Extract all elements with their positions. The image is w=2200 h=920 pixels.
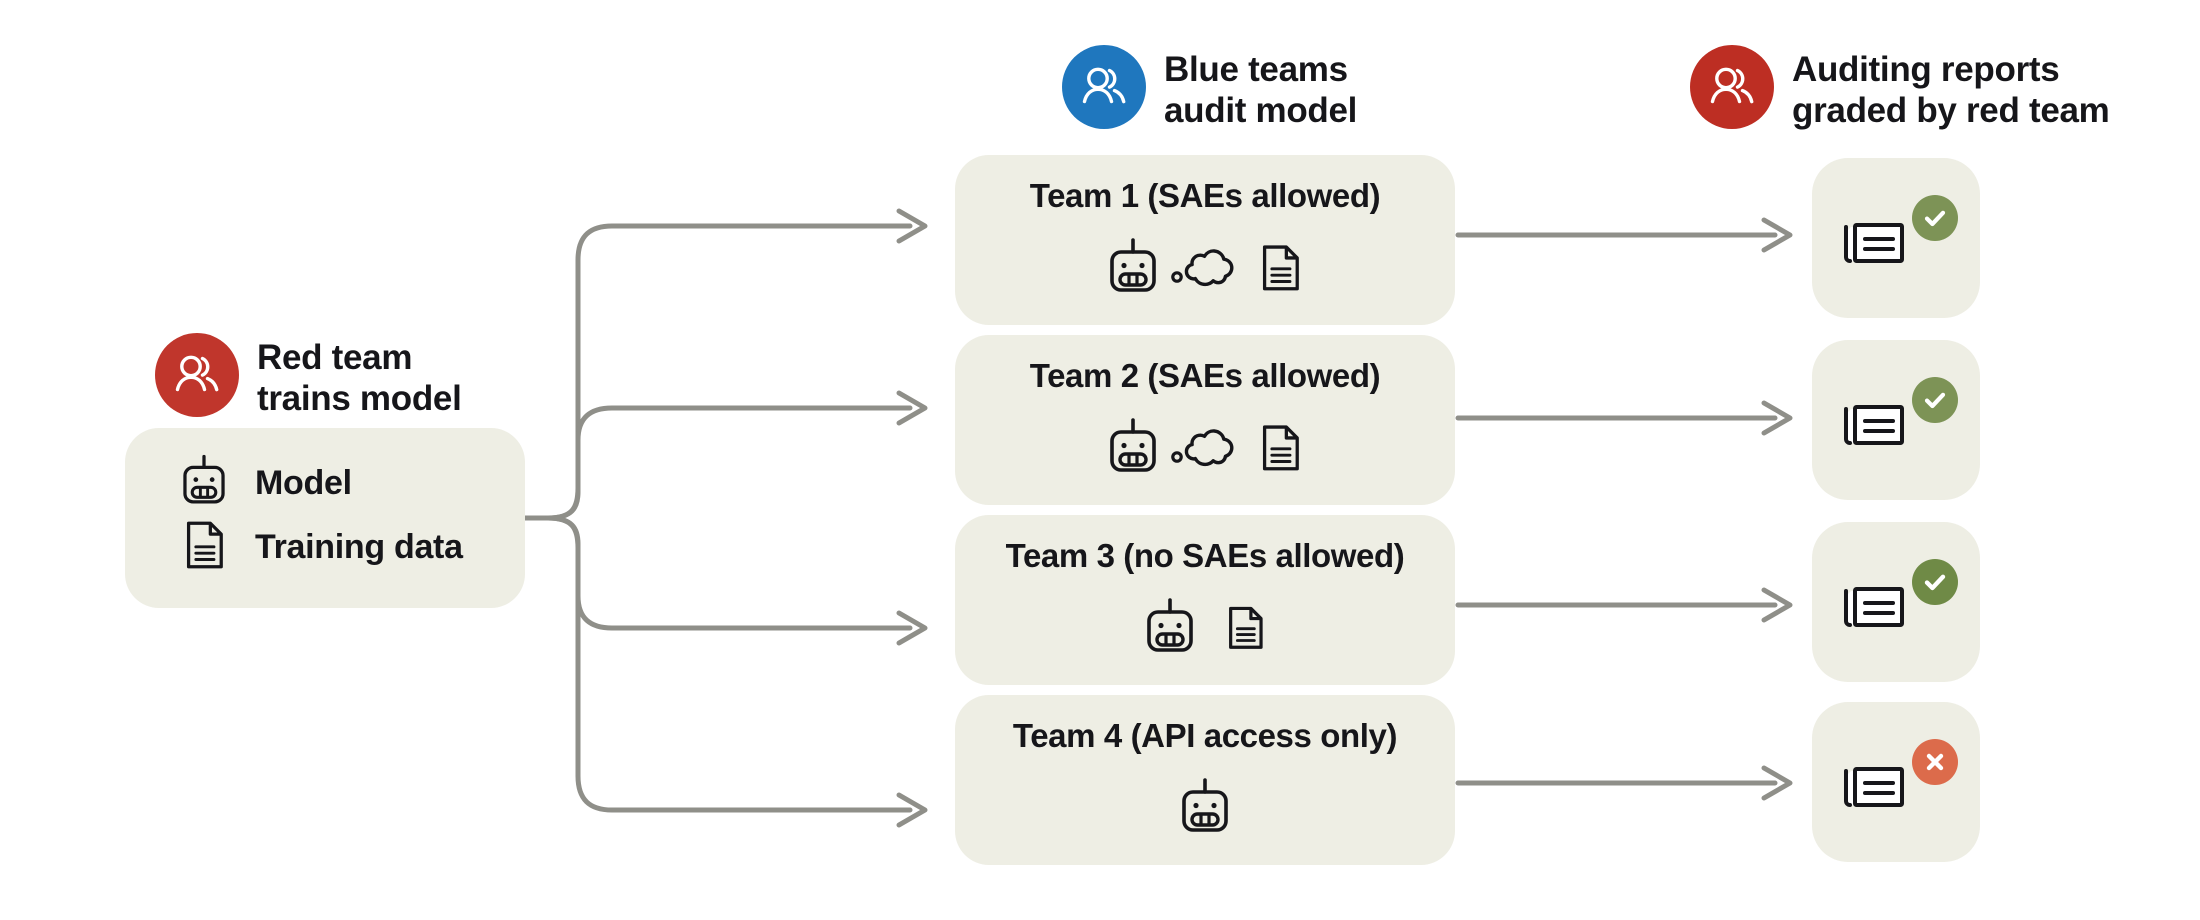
- report-card-report-2: [1812, 340, 1980, 500]
- team-icon-row: [955, 771, 1455, 847]
- team-panel-team-3: Team 3 (no SAEs allowed): [955, 515, 1455, 685]
- thought-bubble-icon: [1169, 235, 1247, 304]
- header-label: Red team trains model: [257, 338, 462, 418]
- people-icon: [155, 333, 239, 417]
- team-title: Team 2 (SAEs allowed): [1029, 357, 1381, 394]
- model-row-label: Model: [255, 464, 352, 502]
- team-icon-row: [955, 411, 1455, 487]
- team-title: Team 4 (API access only): [1012, 717, 1398, 754]
- check-circle-icon: [1912, 195, 1958, 241]
- report-arrowheads: [1764, 220, 1790, 798]
- header-red-team-trains: Red team trains model: [155, 333, 462, 419]
- news-report-icon: [1838, 577, 1910, 636]
- report-icon-wrap: [1838, 377, 1958, 455]
- model-row-label: Training data: [255, 528, 463, 566]
- robot-icon: [1138, 595, 1202, 664]
- report-inner: [1812, 158, 1980, 318]
- report-icon-wrap: [1838, 559, 1958, 637]
- news-report-icon: [1838, 757, 1910, 816]
- people-icon: [1062, 45, 1146, 129]
- document-icon: [1251, 415, 1309, 484]
- robot-icon: [1173, 775, 1237, 844]
- model-row-model: Model: [175, 452, 352, 515]
- branch-tree: [522, 223, 913, 813]
- news-report-icon: [1838, 395, 1910, 454]
- thought-bubble-icon: [1169, 415, 1247, 484]
- report-card-report-3: [1812, 522, 1980, 682]
- team-title: Team 3 (no SAEs allowed): [1005, 537, 1405, 574]
- diagram-canvas: Red team trains model Blue teams audit m…: [0, 0, 2200, 920]
- robot-icon: [1101, 235, 1165, 304]
- header-label: Auditing reports graded by red team: [1792, 50, 2110, 130]
- header-label: Blue teams audit model: [1164, 50, 1358, 130]
- document-icon: [1251, 235, 1309, 304]
- team-icon-row: [955, 231, 1455, 307]
- report-connectors: [1455, 232, 1778, 786]
- x-circle-icon: [1912, 739, 1958, 785]
- check-circle-icon: [1912, 559, 1958, 605]
- header-blue-teams-audit: Blue teams audit model: [1062, 45, 1357, 131]
- robot-icon: [1101, 415, 1165, 484]
- model-panel: Model Training data: [125, 428, 525, 608]
- document-icon: [1218, 597, 1272, 662]
- report-card-report-4: [1812, 702, 1980, 862]
- report-inner: [1812, 522, 1980, 682]
- report-inner: [1812, 340, 1980, 500]
- team-panel-team-2: Team 2 (SAEs allowed): [955, 335, 1455, 505]
- check-circle-icon: [1912, 377, 1958, 423]
- team-icon-row: [955, 591, 1455, 667]
- team-panel-team-4: Team 4 (API access only): [955, 695, 1455, 865]
- team-panel-team-1: Team 1 (SAEs allowed): [955, 155, 1455, 325]
- report-icon-wrap: [1838, 739, 1958, 817]
- team-title: Team 1 (SAEs allowed): [1029, 177, 1381, 214]
- branch-arrowheads: [899, 211, 925, 825]
- report-card-report-1: [1812, 158, 1980, 318]
- header-auditing-reports-graded: Auditing reports graded by red team: [1690, 45, 2110, 131]
- document-icon: [175, 516, 233, 579]
- report-inner: [1812, 702, 1980, 862]
- news-report-icon: [1838, 213, 1910, 272]
- people-icon: [1690, 45, 1774, 129]
- robot-icon: [175, 452, 233, 515]
- report-icon-wrap: [1838, 195, 1958, 273]
- model-row-training-data: Training data: [175, 516, 463, 579]
